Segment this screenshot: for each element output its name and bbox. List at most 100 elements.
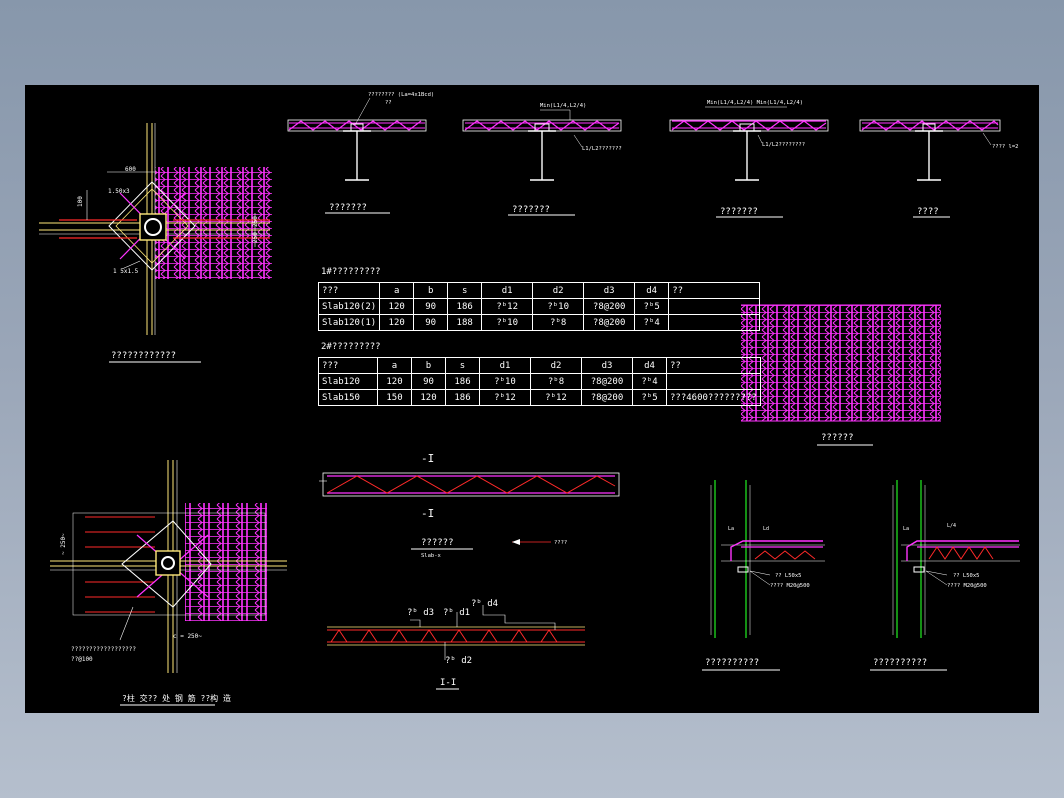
table-2: ??? a b s d1 d2 d3 d4 ?? Slab120 120 90 …	[318, 357, 761, 406]
table-cell: ???4600?????????	[666, 389, 761, 406]
table-cell: 120	[411, 389, 446, 406]
truss-cut-top: -I	[421, 452, 434, 465]
table-cell: ?ᵇ4	[634, 314, 670, 331]
table-cell: ?ᵇ12	[481, 298, 534, 315]
detail2-label-3: ???? M20@500	[947, 583, 987, 589]
section1-note1: ???????? (La=4x1Bcd)	[368, 92, 434, 98]
plan1-dim-4: 250	[252, 216, 259, 227]
table-cell: ?ᵇ12	[479, 389, 531, 406]
table-cell: Slab120	[318, 373, 378, 390]
table-header-cell: ???	[318, 357, 378, 374]
table-cell: ?8@200	[581, 373, 633, 390]
plan2-title: ?柱 交?? 处 钢 筋 ??构 造	[122, 693, 231, 703]
table-cell: ?ᵇ8	[532, 314, 585, 331]
detail1-label-0: La	[728, 526, 734, 532]
detail2-label-1: L/4	[947, 523, 956, 529]
detail2-label-2: ?? L50x5	[953, 573, 980, 579]
table-cell: ?ᵇ5	[634, 298, 670, 315]
table-header-cell: d3	[581, 357, 633, 374]
detail1-title: ??????????	[705, 658, 759, 668]
section2-title: ???????	[512, 205, 550, 215]
section4-note1: ???? l=2	[992, 144, 1019, 150]
section3-note2: L1/L2????????	[762, 142, 805, 148]
table-cell: 90	[411, 373, 446, 390]
plan1-dim-1: 1.50x3	[108, 188, 130, 195]
table-cell: 120	[377, 373, 412, 390]
table-cell: ?ᵇ10	[479, 373, 531, 390]
table-cell: 186	[447, 298, 483, 315]
section-i-i-label-d1: ?ᵇ d1	[443, 608, 470, 618]
table-cell: 90	[413, 298, 449, 315]
section1-title: ???????	[329, 203, 367, 213]
section-i-i-label-d2: ?ᵇ d2	[445, 656, 472, 666]
section1-note2: ??	[385, 100, 392, 106]
truss-arrow-label: ????	[554, 540, 567, 546]
plan2-dim-0: ~ 250~	[60, 533, 67, 555]
table-cell: ?8@200	[583, 298, 636, 315]
table-row: ??? a b s d1 d2 d3 d4 ??	[317, 282, 761, 299]
section-i-i: ?ᵇ d3 ?ᵇ d1 ?ᵇ d4 ?ᵇ d2 I-I	[327, 599, 585, 690]
detail1-label-1: Ld	[763, 526, 769, 532]
detail2-title: ??????????	[873, 658, 927, 668]
table-cell: 120	[379, 298, 415, 315]
detail1-label-2: ?? L50x5	[775, 573, 802, 579]
table-header-cell: d4	[632, 357, 667, 374]
table-header-cell: a	[377, 357, 412, 374]
table-cell: Slab120(2)	[317, 298, 381, 315]
table-header-cell: d3	[583, 282, 636, 299]
plan2-dim-1: c = 250~	[173, 633, 202, 640]
table-cell: 150	[377, 389, 412, 406]
section-i-i-title: I-I	[440, 678, 456, 688]
plan2-dim-3: ??@100	[71, 656, 93, 663]
truss-elevation: -I -I ?????? Slab-x ????	[319, 452, 620, 559]
table-cell: ?ᵇ10	[481, 314, 534, 331]
section-i-i-label-d4: ?ᵇ d4	[471, 599, 498, 609]
plan1-dim-0: 600	[125, 166, 136, 173]
table-cell: ?8@200	[583, 314, 636, 331]
table1-title: 1#?????????	[321, 267, 381, 277]
section-1: ???????? (La=4x1Bcd) ?? ???????	[287, 92, 434, 214]
table-header-cell: s	[447, 282, 483, 299]
detail2-label-0: La	[903, 526, 909, 532]
table-cell: ?ᵇ4	[632, 373, 667, 390]
detail-2: La L/4 ?? L50x5 ???? M20@500 ??????????	[870, 480, 1020, 671]
table-row: Slab120 120 90 186 ?ᵇ10 ?ᵇ8 ?8@200 ?ᵇ4	[318, 373, 761, 390]
table-cell: Slab120(1)	[317, 314, 381, 331]
mesh-title: ??????	[821, 433, 854, 443]
table-cell: ?ᵇ8	[530, 373, 582, 390]
plan-column-joint-2: ~ 250~ c = 250~ ?????????????????? ??@10…	[50, 460, 287, 706]
table-row: ??? a b s d1 d2 d3 d4 ??	[318, 357, 761, 374]
table-header-cell: d4	[634, 282, 670, 299]
table-header-cell: ??	[668, 282, 761, 299]
section-i-i-label-d3: ?ᵇ d3	[407, 608, 434, 618]
rebar-mesh-plan: ??????	[741, 304, 941, 446]
section4-title: ????	[917, 207, 939, 217]
mesh-pattern	[741, 305, 941, 421]
detail-1: La Ld ?? L50x5 ???? M20@500 ??????????	[702, 480, 825, 671]
drawing-canvas[interactable]: 600 1.50x3 100 1 5x1.5 250 250 ?????????…	[25, 85, 1039, 713]
table-header-cell: d1	[479, 357, 531, 374]
table-header-cell: d1	[481, 282, 534, 299]
table-header-cell: a	[379, 282, 415, 299]
section-2: Min(L1/4,L2/4) L1/L2??????? ???????	[462, 103, 622, 216]
section-3: Min(L1/4,L2/4) Min(L1/4,L2/4) L1/L2?????…	[669, 100, 829, 218]
table-header-cell: d2	[530, 357, 582, 374]
truss-subtitle: Slab-x	[421, 553, 442, 559]
table-header-cell: d2	[532, 282, 585, 299]
table-header-cell: ??	[666, 357, 761, 374]
truss-cut-bottom: -I	[421, 507, 434, 520]
table-cell: ?8@200	[581, 389, 633, 406]
section3-note1: Min(L1/4,L2/4) Min(L1/4,L2/4)	[707, 100, 803, 106]
plan1-dim-5: 250	[252, 232, 259, 243]
table-header-cell: ???	[317, 282, 381, 299]
table-header-cell: s	[445, 357, 480, 374]
table2-title: 2#?????????	[321, 342, 381, 352]
table-row: Slab120(2) 120 90 186 ?ᵇ12 ?ᵇ10 ?8@200 ?…	[317, 298, 761, 315]
detail1-label-3: ???? M20@500	[770, 583, 810, 589]
plan1-dim-3: 1 5x1.5	[113, 268, 139, 275]
section3-title: ???????	[720, 207, 758, 217]
table-header-cell: b	[411, 357, 446, 374]
table-header-cell: b	[413, 282, 449, 299]
table-cell	[666, 373, 761, 390]
table-row: Slab120(1) 120 90 188 ?ᵇ10 ?ᵇ8 ?8@200 ?ᵇ…	[317, 314, 761, 331]
